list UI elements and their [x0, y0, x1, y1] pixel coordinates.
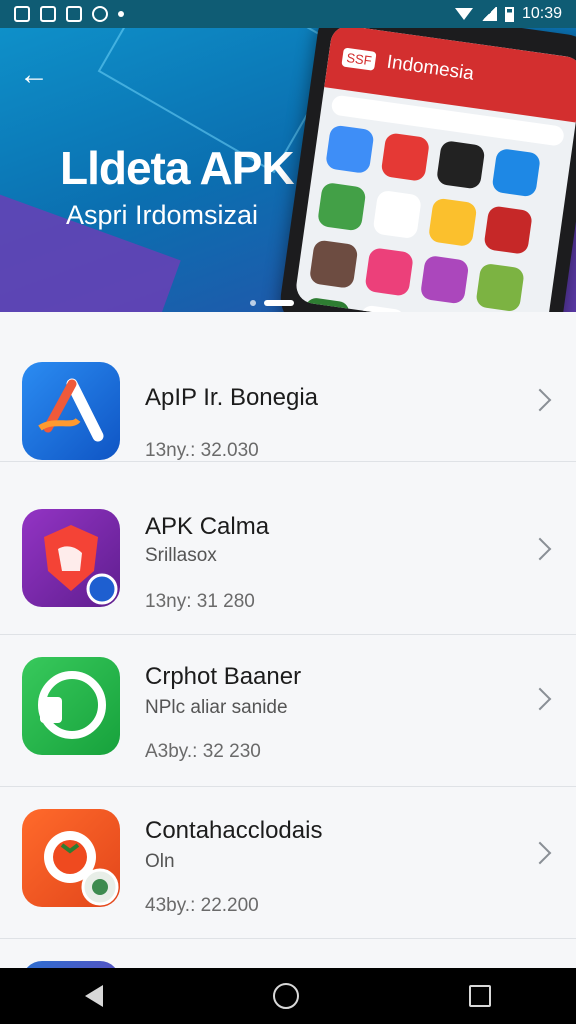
phone-logo: SSF	[341, 47, 377, 71]
phone-mockup-image: SSF Indomesia	[276, 28, 576, 312]
notification-icons	[14, 6, 124, 22]
back-button[interactable]: ←	[16, 58, 52, 94]
phone-app-grid	[300, 124, 559, 312]
app-meta: 13ny: 31 280	[145, 591, 255, 612]
shield-hand-icon	[22, 509, 120, 607]
back-arrow-icon: ←	[19, 58, 49, 91]
home-circle-icon[interactable]	[273, 983, 299, 1009]
messages-icon	[356, 304, 406, 312]
app-icon	[435, 140, 486, 190]
app-icon	[419, 254, 470, 305]
signal-icon	[480, 7, 497, 21]
app-name: Crphot Baaner	[145, 663, 302, 690]
tomato-timer-icon	[22, 809, 120, 907]
recents-square-icon[interactable]	[469, 985, 491, 1007]
gallery-icon	[14, 6, 30, 22]
app-meta: A3by.: 32 230	[145, 741, 261, 762]
app-icon	[364, 247, 414, 297]
app-meta: 13ny.: 32.030	[145, 440, 259, 461]
list-item[interactable]: APK Calma Srillasox 13ny: 31 280	[0, 485, 576, 635]
app-store-icon	[22, 362, 120, 460]
back-triangle-icon[interactable]	[85, 985, 103, 1007]
chevron-right-icon	[528, 537, 552, 561]
banner-title: Lldeta APK	[60, 142, 295, 194]
app-meta: 43by.: 22.200	[145, 895, 259, 916]
app-subtitle: Oln	[145, 851, 175, 872]
chevron-right-icon	[528, 841, 552, 865]
phone-header-text: Indomesia	[385, 51, 476, 85]
app-icon	[372, 189, 423, 240]
battery-icon	[504, 6, 514, 22]
app-subtitle: NPlc aliar sanide	[145, 697, 288, 718]
status-bar: 10:39	[0, 0, 576, 28]
phone-call-icon	[300, 296, 351, 312]
app-name: Contahacclodais	[145, 817, 323, 844]
dot-icon	[118, 11, 124, 17]
list-item[interactable]: Crphot Baaner NPlc aliar sanide A3by.: 3…	[0, 635, 576, 787]
list-item[interactable]: ApIP Ir. Bonegia 13ny.: 32.030	[0, 312, 576, 462]
list-item[interactable]	[0, 939, 576, 968]
app-subtitle: Srillasox	[145, 545, 217, 566]
phone-screen: SSF Indomesia	[294, 28, 576, 312]
app-notification-icon	[40, 6, 56, 22]
system-nav-bar	[0, 968, 576, 1024]
camera-icon	[380, 132, 431, 182]
download-icon	[66, 6, 82, 22]
carousel-indicator[interactable]	[250, 300, 294, 306]
list-item[interactable]: Contahacclodais Oln 43by.: 22.200	[0, 787, 576, 939]
carousel-dot-active[interactable]	[264, 300, 294, 306]
chat-icon	[92, 6, 108, 22]
status-time: 10:39	[521, 5, 562, 22]
app-icon	[491, 147, 542, 198]
app-name: ApIP Ir. Bonegia	[145, 384, 319, 411]
banner-subtitle: Aspri Irdomsizai	[66, 200, 259, 230]
chevron-right-icon	[528, 388, 552, 412]
carousel-dot[interactable]	[250, 300, 256, 306]
app-icon	[475, 262, 525, 312]
wifi-icon	[454, 8, 473, 20]
photos-icon	[316, 181, 367, 232]
app-icon	[22, 961, 120, 968]
hero-banner[interactable]: ← Lldeta APK Aspri Irdomsizai SSF Indome…	[0, 28, 576, 312]
chat-bubble-icon	[22, 657, 120, 755]
app-icon	[308, 239, 359, 289]
app-list: ApIP Ir. Bonegia 13ny.: 32.030 APK Calma…	[0, 312, 576, 968]
app-icon	[483, 205, 533, 255]
app-icon	[427, 197, 478, 248]
app-name: APK Calma	[145, 513, 270, 540]
safari-icon	[324, 124, 375, 175]
chevron-right-icon	[528, 687, 552, 711]
